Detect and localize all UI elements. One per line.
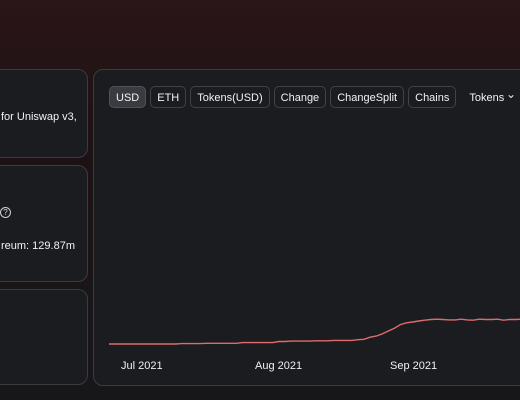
summary-card-2: reum: 129.87m	[0, 165, 88, 282]
chart-panel: USD ETH Tokens(USD) Change ChangeSplit C…	[93, 69, 520, 386]
series-line	[109, 318, 520, 345]
summary-text-1: for Uniswap v3,	[1, 111, 77, 123]
summary-text-2: reum: 129.87m	[1, 240, 75, 252]
summary-card-1: for Uniswap v3,	[0, 69, 88, 158]
summary-card-3	[0, 289, 88, 385]
x-tick-label: Sep 2021	[390, 360, 437, 372]
line-chart: Jul 2021 Aug 2021 Sep 2021	[109, 318, 520, 372]
x-tick-label: Jul 2021	[121, 360, 163, 372]
info-icon[interactable]: ?	[0, 207, 11, 218]
x-tick-label: Aug 2021	[255, 360, 302, 372]
